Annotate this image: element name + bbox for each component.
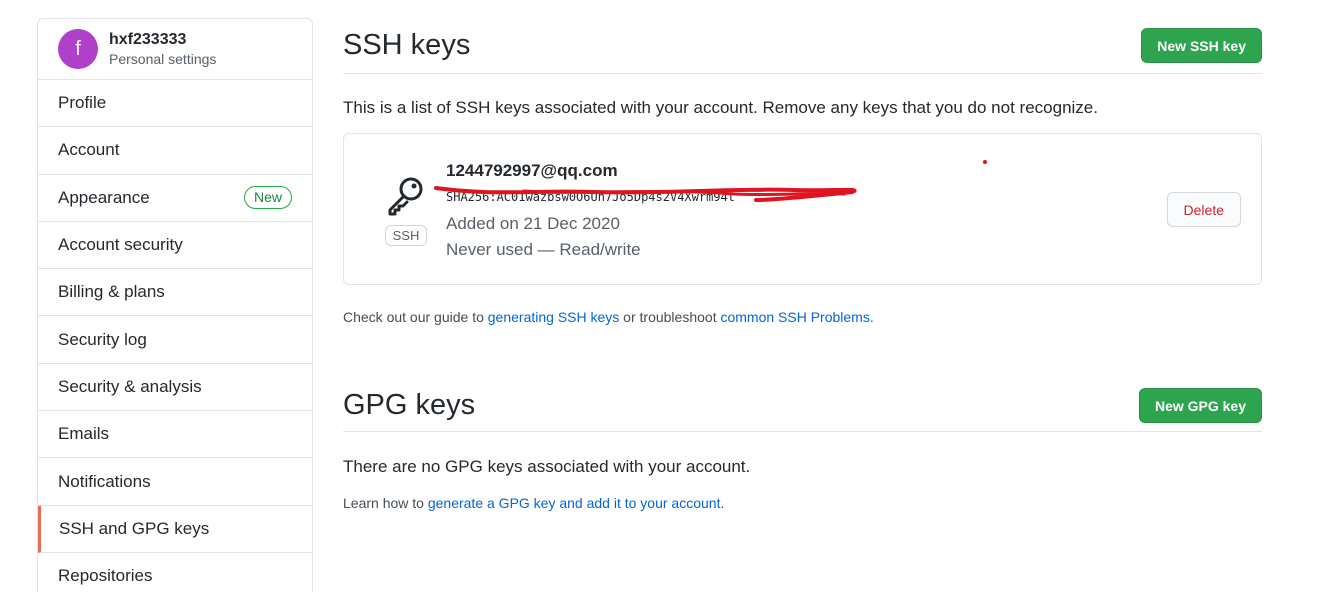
sidebar-item-security-analysis[interactable]: Security & analysis [38,364,312,412]
ssh-key-details: 1244792997@qq.com SHA256:AC01wazbsw0O6Un… [434,161,857,263]
settings-sidebar: f hxf233333 Personal settings Profile Ac… [37,18,313,592]
sidebar-item-account[interactable]: Account [38,127,312,175]
ssh-key-title: 1244792997@qq.com [446,161,618,180]
sidebar-item-security-log[interactable]: Security log [38,316,312,364]
sidebar-item-profile[interactable]: Profile [38,80,312,128]
new-ssh-key-button[interactable]: New SSH key [1141,28,1262,63]
sidebar-item-label: Emails [58,424,110,444]
new-gpg-key-button[interactable]: New GPG key [1138,388,1262,423]
sidebar-item-billing[interactable]: Billing & plans [38,269,312,317]
sidebar-item-label: Appearance [58,187,150,207]
learn-suffix: . [720,495,725,511]
ssh-keys-title: SSH keys [343,29,471,61]
sidebar-item-appearance[interactable]: Appearance New [38,175,312,222]
ssh-type-label: SSH [384,225,428,246]
learn-prefix: Learn how to [343,495,428,511]
guide-middle: or troubleshoot [619,309,721,325]
ssh-guide-text: Check out our guide to generating SSH ke… [343,309,1262,325]
generating-ssh-keys-link[interactable]: generating SSH keys [488,309,620,325]
key-icon [388,177,423,216]
guide-prefix: Check out our guide to [343,309,488,325]
sidebar-item-repositories[interactable]: Repositories [38,553,312,592]
red-marker-dot [983,160,987,164]
main-content: SSH keys New SSH key This is a list of S… [343,18,1262,511]
sidebar-item-ssh-gpg-keys[interactable]: SSH and GPG keys [38,505,312,553]
generate-gpg-key-link[interactable]: generate a GPG key and add it to your ac… [428,495,721,511]
gpg-learn-text: Learn how to generate a GPG key and add … [343,495,1262,511]
ssh-key-usage: Never used — Read/write [446,240,641,259]
sidebar-item-label: Security log [58,329,147,349]
sidebar-item-label: Security & analysis [58,376,202,396]
user-name[interactable]: hxf233333 [109,30,216,50]
sidebar-item-notifications[interactable]: Notifications [38,458,312,506]
sidebar-item-label: Account [58,140,120,160]
sidebar-item-label: Notifications [58,471,151,491]
sidebar-item-label: Billing & plans [58,282,165,302]
ssh-key-added-date: Added on 21 Dec 2020 [446,214,620,233]
new-badge: New [243,186,292,210]
gpg-keys-title: GPG keys [343,389,476,421]
no-gpg-keys-text: There are no GPG keys associated with yo… [343,457,751,476]
avatar[interactable]: f [58,29,98,69]
redaction-scribble [434,186,857,202]
gpg-section-header: GPG keys New GPG key [343,380,1262,432]
user-subtitle: Personal settings [109,51,217,67]
ssh-key-fingerprint: SHA256:AC01wazbsw0O6Un7Jo5Dp4s2V4Xwrm94t [434,186,857,204]
ssh-intro-text: This is a list of SSH keys associated wi… [343,98,1098,117]
guide-suffix: . [869,309,874,325]
sidebar-item-label: Account security [58,235,183,255]
ssh-key-item: SSH 1244792997@qq.com SHA256:AC01wazbsw0… [343,133,1262,285]
delete-ssh-key-button[interactable]: Delete [1166,192,1241,227]
sidebar-item-account-security[interactable]: Account security [38,222,312,270]
ssh-section-header: SSH keys New SSH key [343,18,1262,74]
sidebar-item-emails[interactable]: Emails [38,411,312,459]
ssh-key-icon-group: SSH [384,174,428,246]
sidebar-item-label: SSH and GPG keys [59,518,210,538]
sidebar-item-label: Profile [58,93,107,113]
sidebar-user-header[interactable]: f hxf233333 Personal settings [38,19,312,80]
sidebar-item-label: Repositories [58,566,153,586]
common-ssh-problems-link[interactable]: common SSH Problems [720,309,869,325]
